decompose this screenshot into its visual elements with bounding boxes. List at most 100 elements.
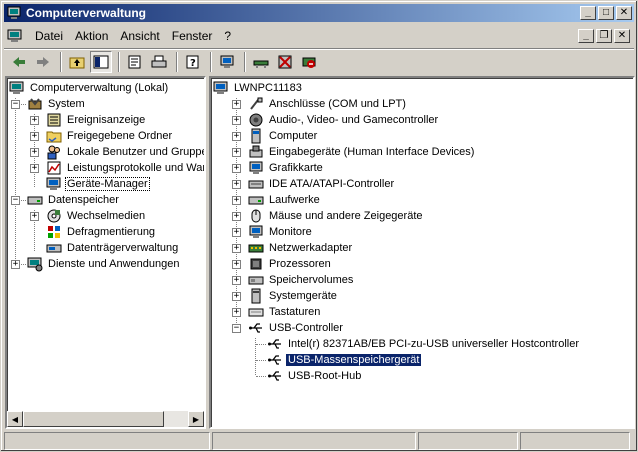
- scroll-left-button[interactable]: ◀: [7, 411, 23, 427]
- properties-button[interactable]: [124, 51, 146, 73]
- tree-node-datentraegerverwaltung[interactable]: Datenträgerverwaltung: [46, 240, 180, 256]
- back-icon: [13, 56, 25, 67]
- back-button[interactable]: [8, 51, 30, 73]
- expand-toggle[interactable]: +: [232, 292, 241, 301]
- device-category[interactable]: Systemgeräte: [248, 288, 339, 304]
- forward-button[interactable]: [32, 51, 54, 73]
- mdi-close-button[interactable]: ✕: [614, 28, 630, 43]
- device-category[interactable]: Laufwerke: [248, 192, 322, 208]
- device-category[interactable]: Anschlüsse (COM und LPT): [248, 96, 408, 112]
- expand-toggle[interactable]: +: [30, 132, 39, 141]
- users-icon: [47, 145, 60, 160]
- device-category-label: Systemgeräte: [269, 290, 337, 302]
- device-category[interactable]: Tastaturen: [248, 304, 322, 320]
- device-category[interactable]: IDE ATA/ATAPI-Controller: [248, 176, 396, 192]
- disable-button[interactable]: [298, 51, 320, 73]
- tree-node-wechselmedien[interactable]: Wechselmedien: [46, 208, 147, 224]
- expand-toggle[interactable]: +: [232, 180, 241, 189]
- device-category[interactable]: Eingabegeräte (Human Interface Devices): [248, 144, 476, 160]
- title-bar[interactable]: Computerverwaltung _ □ ✕: [4, 4, 634, 22]
- menu-ansicht[interactable]: Ansicht: [114, 29, 165, 43]
- menu-fenster[interactable]: Fenster: [166, 29, 219, 43]
- expand-toggle[interactable]: +: [232, 116, 241, 125]
- device-category[interactable]: Speichervolumes: [248, 272, 355, 288]
- uninstall-button[interactable]: [274, 51, 296, 73]
- device-category[interactable]: Computer: [248, 128, 319, 144]
- expand-toggle[interactable]: +: [11, 260, 20, 269]
- up-one-level-button[interactable]: [66, 51, 88, 73]
- menu-help[interactable]: ?: [218, 29, 237, 43]
- expand-toggle[interactable]: +: [30, 164, 39, 173]
- mmc-document-icon[interactable]: [7, 28, 23, 44]
- expand-toggle[interactable]: +: [232, 100, 241, 109]
- storage-volume-icon: [248, 276, 264, 285]
- show-hide-tree-button[interactable]: [90, 50, 112, 73]
- horizontal-scrollbar[interactable]: ◀ ▶: [7, 411, 204, 427]
- minimize-icon: _: [583, 29, 589, 41]
- expand-toggle[interactable]: +: [232, 164, 241, 173]
- expand-toggle[interactable]: +: [232, 276, 241, 285]
- usb-device[interactable]: Intel(r) 82371AB/EB PCI-zu-USB universel…: [267, 336, 581, 352]
- expand-toggle[interactable]: +: [232, 212, 241, 221]
- expand-toggle[interactable]: +: [30, 212, 39, 221]
- tree-node-dienste[interactable]: Dienste und Anwendungen: [27, 256, 182, 272]
- status-bar: [4, 432, 634, 450]
- close-button[interactable]: ✕: [616, 6, 632, 20]
- tree-node-leistungsprotokolle[interactable]: Leistungsprotokolle und Warnungen: [46, 160, 204, 176]
- collapse-toggle[interactable]: −: [11, 100, 20, 109]
- expand-toggle[interactable]: +: [232, 148, 241, 157]
- menu-aktion[interactable]: Aktion: [69, 29, 114, 43]
- tree-node-system[interactable]: System: [27, 96, 87, 112]
- computer-management-icon: [9, 81, 24, 94]
- console-tree-pane[interactable]: Computerverwaltung (Lokal) − System + Er…: [5, 76, 206, 429]
- device-category[interactable]: Audio-, Video- und Gamecontroller: [248, 112, 440, 128]
- expand-toggle[interactable]: +: [232, 132, 241, 141]
- usb-device[interactable]: USB-Root-Hub: [267, 368, 363, 384]
- menu-datei[interactable]: Datei: [29, 29, 69, 43]
- print-button[interactable]: [148, 51, 170, 73]
- tree-node-defragmentierung[interactable]: Defragmentierung: [46, 224, 157, 240]
- collapse-toggle[interactable]: −: [232, 324, 241, 333]
- tree-node-ereignisanzeige[interactable]: Ereignisanzeige: [46, 112, 147, 128]
- services-icon: [27, 257, 43, 272]
- minimize-button[interactable]: _: [580, 6, 596, 20]
- tools-icon: [28, 98, 42, 110]
- expand-toggle[interactable]: +: [232, 308, 241, 317]
- scan-hardware-button[interactable]: [216, 51, 238, 73]
- device-tree-pane[interactable]: LWNPC11183 + Anschlüsse (COM und LPT) + …: [209, 76, 635, 429]
- device-category[interactable]: Mäuse und andere Zeigegeräte: [248, 208, 425, 224]
- mdi-restore-button[interactable]: ❐: [596, 28, 612, 43]
- usb-device-label: USB-Root-Hub: [288, 370, 362, 382]
- device-category[interactable]: Grafikkarte: [248, 160, 325, 176]
- system-devices-icon: [251, 288, 261, 304]
- device-category[interactable]: Monitore: [248, 224, 314, 240]
- tree-node-datenspeicher[interactable]: Datenspeicher: [27, 192, 121, 208]
- usb-device-selected[interactable]: USB-Massenspeichergerät: [267, 352, 423, 368]
- tree-node-freigegebene-ordner[interactable]: Freigegebene Ordner: [46, 128, 174, 144]
- device-category-usb[interactable]: USB-Controller: [248, 320, 345, 336]
- collapse-toggle[interactable]: −: [11, 196, 20, 205]
- expand-toggle[interactable]: +: [232, 228, 241, 237]
- scroll-right-button[interactable]: ▶: [188, 411, 204, 427]
- device-category[interactable]: Netzwerkadapter: [248, 240, 354, 256]
- scroll-thumb[interactable]: [23, 411, 164, 427]
- expand-toggle[interactable]: +: [30, 116, 39, 125]
- update-driver-button[interactable]: [250, 51, 272, 73]
- tree-node-root[interactable]: Computerverwaltung (Lokal): [9, 80, 170, 96]
- device-category-label: Netzwerkadapter: [269, 242, 353, 254]
- expand-toggle[interactable]: +: [232, 244, 241, 253]
- computer-icon: [213, 81, 228, 94]
- maximize-button[interactable]: □: [598, 6, 614, 20]
- expand-toggle[interactable]: +: [232, 260, 241, 269]
- tree-node-lokale-benutzer[interactable]: Lokale Benutzer und Gruppen: [46, 144, 204, 160]
- help-button[interactable]: ?: [182, 51, 204, 73]
- tree-node-geraete-manager[interactable]: Geräte-Manager: [46, 176, 150, 192]
- device-category-label: Speichervolumes: [269, 274, 354, 286]
- mdi-minimize-button[interactable]: _: [578, 28, 594, 43]
- device-root[interactable]: LWNPC11183: [213, 80, 304, 96]
- expand-toggle[interactable]: +: [232, 196, 241, 205]
- device-category[interactable]: Prozessoren: [248, 256, 333, 272]
- expand-toggle[interactable]: +: [30, 148, 39, 157]
- network-adapter-icon: [248, 244, 264, 253]
- device-category-label: Anschlüsse (COM und LPT): [269, 98, 406, 110]
